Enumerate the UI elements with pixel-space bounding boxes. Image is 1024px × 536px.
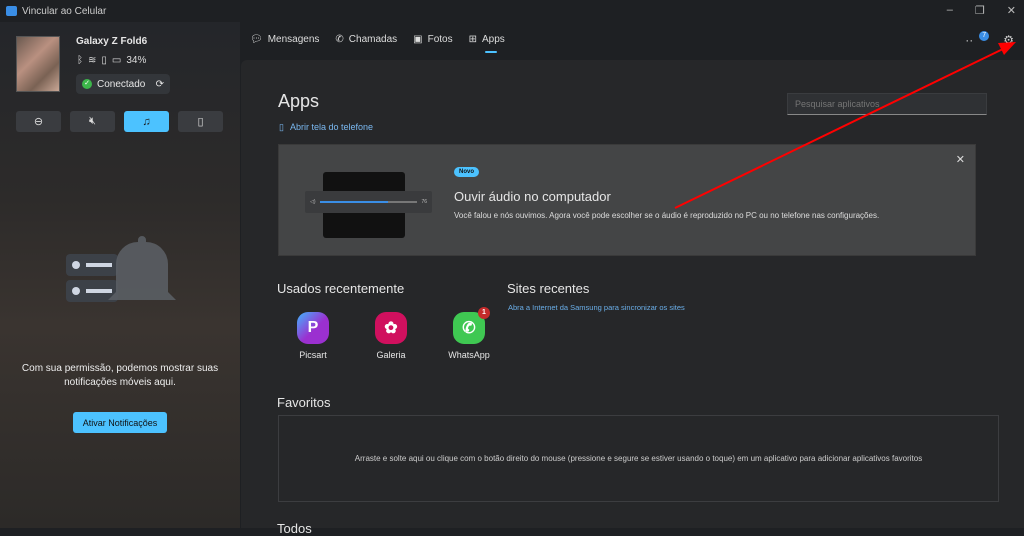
maximize-button[interactable]: ❐ bbox=[975, 4, 985, 17]
nav-tabs: 💬︎ Mensagens ✆ Chamadas ▣ Fotos ⊞ Apps bbox=[250, 34, 505, 53]
app-logo-icon bbox=[6, 6, 17, 16]
photo-icon: ▣ bbox=[413, 34, 423, 45]
minimize-button[interactable]: – bbox=[947, 4, 953, 17]
recent-apps-heading: Usados recentemente bbox=[277, 281, 405, 296]
audio-button[interactable]: ♫ bbox=[124, 111, 169, 132]
notification-permission-text: Com sua permissão, podemos mostrar suas … bbox=[21, 363, 219, 388]
sim-icon: ▯ bbox=[101, 55, 107, 66]
app-label: Picsart bbox=[299, 350, 327, 360]
slider-value: 76 bbox=[421, 199, 427, 205]
app-whatsapp[interactable]: ✆ 1 WhatsApp bbox=[445, 307, 493, 360]
device-status: ᛒ ≋ ▯ ▭ 34% bbox=[77, 55, 146, 66]
sync-sites-link[interactable]: Abra a Internet da Samsung para sincroni… bbox=[508, 303, 685, 312]
title-bar: Vincular ao Celular – ❐ ✕ bbox=[0, 0, 1024, 22]
app-galeria[interactable]: ✿ Galeria bbox=[367, 312, 415, 360]
banner-title: Ouvir áudio no computador bbox=[454, 189, 611, 204]
sidebar: Galaxy Z Fold6 ᛒ ≋ ▯ ▭ 34% ✓ Conectado ⟳… bbox=[0, 22, 240, 528]
gallery-flower-icon: ✿ bbox=[375, 312, 407, 344]
recent-sites-heading: Sites recentes bbox=[507, 281, 590, 296]
new-badge: Novo bbox=[454, 167, 479, 177]
phone-screen-button[interactable]: ▯ bbox=[178, 111, 223, 132]
wifi-icon: ≋ bbox=[88, 55, 97, 66]
close-banner-icon[interactable]: ✕ bbox=[956, 153, 965, 166]
app-label: Galeria bbox=[376, 350, 406, 360]
tab-label: Chamadas bbox=[348, 34, 398, 45]
favorites-heading: Favoritos bbox=[277, 395, 331, 410]
app-picsart[interactable]: P Picsart bbox=[289, 312, 337, 360]
apps-grid-icon: ⊞ bbox=[468, 34, 478, 45]
do-not-disturb-button[interactable]: ⊖ bbox=[16, 111, 61, 132]
mute-button[interactable]: 🔇︎ bbox=[70, 111, 115, 132]
unread-badge: 1 bbox=[478, 307, 490, 319]
apps-page: Apps ▯ Abrir tela do telefone ◁)76 Novo O… bbox=[241, 60, 1024, 536]
check-icon: ✓ bbox=[82, 79, 92, 89]
tab-calls[interactable]: ✆ Chamadas bbox=[335, 34, 397, 45]
favorites-dropzone[interactable]: Arraste e solte aqui ou clique com o bot… bbox=[278, 415, 999, 502]
search-apps-input[interactable] bbox=[787, 93, 987, 115]
phone-icon: ✆ bbox=[335, 34, 344, 45]
connection-status: ✓ Conectado ⟳ bbox=[76, 74, 170, 94]
phone-icon: ▯ bbox=[279, 122, 284, 132]
battery-icon: ▭ bbox=[111, 55, 122, 66]
tab-label: Fotos bbox=[427, 34, 453, 45]
volume-slider-illustration: ◁) 76 bbox=[305, 191, 432, 213]
tab-label: Mensagens bbox=[267, 34, 320, 45]
settings-gear-icon[interactable]: ⚙ bbox=[1003, 33, 1014, 47]
tab-apps[interactable]: ⊞ Apps bbox=[468, 34, 505, 53]
favorites-hint: Arraste e solte aqui ou clique com o bot… bbox=[354, 454, 923, 463]
bluetooth-icon: ᛒ bbox=[77, 55, 83, 66]
tab-label: Apps bbox=[482, 34, 505, 45]
app-label: WhatsApp bbox=[448, 350, 490, 360]
all-apps-heading: Todos bbox=[277, 521, 312, 536]
feature-banner: ◁) 76 Novo Ouvir áudio no computador Você… bbox=[278, 144, 976, 256]
window-title: Vincular ao Celular bbox=[22, 5, 107, 17]
open-phone-screen-link[interactable]: ▯ Abrir tela do telefone bbox=[279, 122, 373, 133]
banner-description: Você falou e nós ouvimos. Agora você pod… bbox=[454, 211, 880, 220]
link-label: Abrir tela do telefone bbox=[289, 122, 374, 132]
close-window-button[interactable]: ✕ bbox=[1007, 4, 1016, 17]
refresh-icon[interactable]: ⟳ bbox=[156, 79, 164, 90]
battery-level: 34% bbox=[126, 55, 147, 66]
tab-messages[interactable]: 💬︎ Mensagens bbox=[250, 34, 319, 45]
device-name: Galaxy Z Fold6 bbox=[76, 36, 148, 47]
notification-bell-icon bbox=[66, 236, 176, 302]
notification-badge: 7 bbox=[979, 31, 990, 41]
picsart-icon: P bbox=[297, 312, 329, 344]
tab-photos[interactable]: ▣ Fotos bbox=[413, 34, 452, 45]
connection-label: Conectado bbox=[97, 78, 146, 90]
page-title: Apps bbox=[278, 91, 320, 111]
message-icon: 💬︎ bbox=[250, 34, 263, 45]
enable-notifications-button[interactable]: Ativar Notificações bbox=[73, 412, 167, 433]
whatsapp-icon: ✆ 1 bbox=[453, 307, 490, 344]
phone-wallpaper-thumbnail[interactable] bbox=[16, 36, 60, 92]
more-icon[interactable]: ·· bbox=[965, 33, 973, 47]
